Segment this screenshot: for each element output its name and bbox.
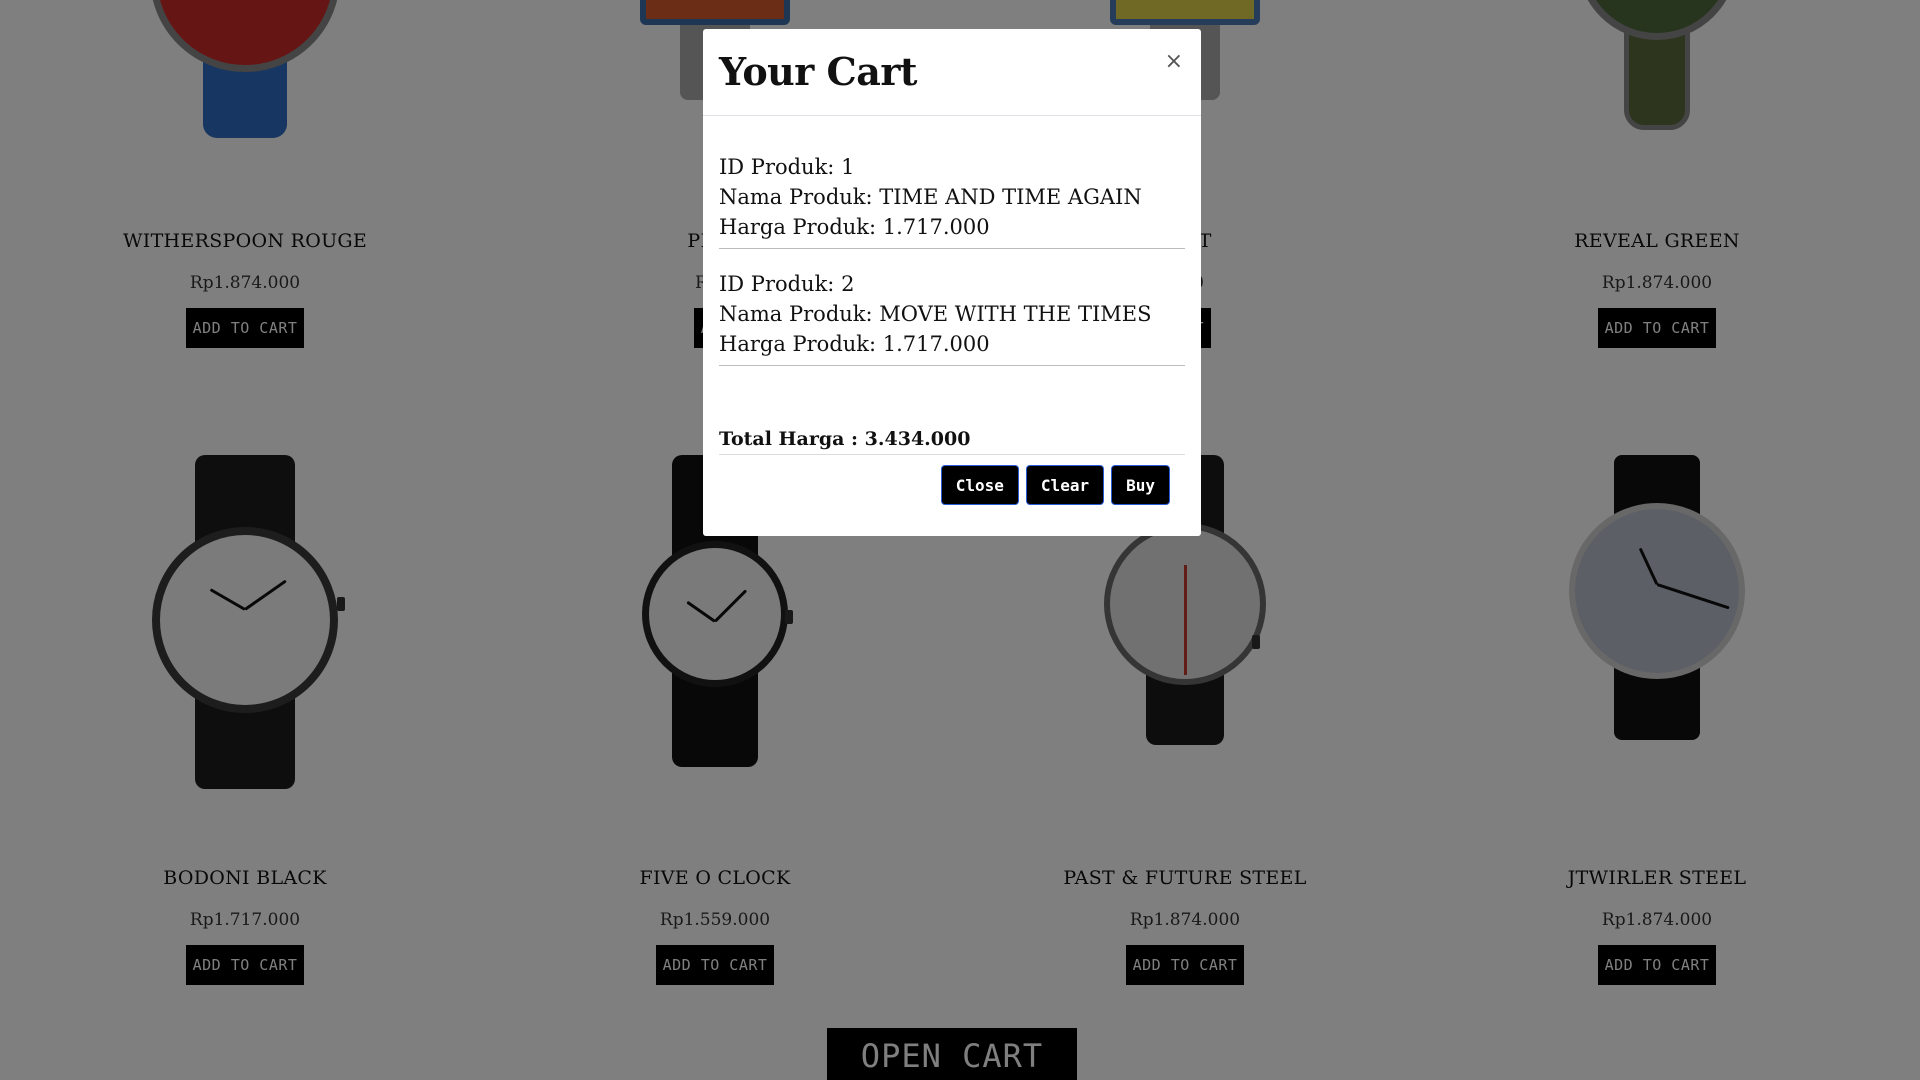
cart-item: ID Produk: 1 Nama Produk: TIME AND TIME … [719, 152, 1185, 249]
cart-item-price: Harga Produk: 1.717.000 [719, 332, 990, 356]
modal-title: Your Cart [719, 49, 918, 94]
modal-footer: Close Clear Buy [941, 466, 1169, 504]
modal-body: ID Produk: 1 Nama Produk: TIME AND TIME … [703, 116, 1201, 455]
clear-button[interactable]: Clear [1026, 466, 1104, 504]
cart-item-id: ID Produk: 1 [719, 155, 855, 179]
cart-item-id: ID Produk: 2 [719, 272, 855, 296]
close-button[interactable]: Close [941, 466, 1018, 504]
close-icon[interactable]: × [1165, 49, 1183, 74]
modal-header: Your Cart × [703, 29, 1201, 116]
cart-item-price: Harga Produk: 1.717.000 [719, 215, 990, 239]
cart-modal: Your Cart × ID Produk: 1 Nama Produk: TI… [703, 29, 1201, 536]
cart-total: Total Harga : 3.434.000 [719, 428, 1185, 455]
cart-item-name: Nama Produk: TIME AND TIME AGAIN [719, 185, 1142, 209]
buy-button[interactable]: Buy [1112, 466, 1169, 504]
cart-item: ID Produk: 2 Nama Produk: MOVE WITH THE … [719, 269, 1185, 366]
cart-item-name: Nama Produk: MOVE WITH THE TIMES [719, 302, 1152, 326]
